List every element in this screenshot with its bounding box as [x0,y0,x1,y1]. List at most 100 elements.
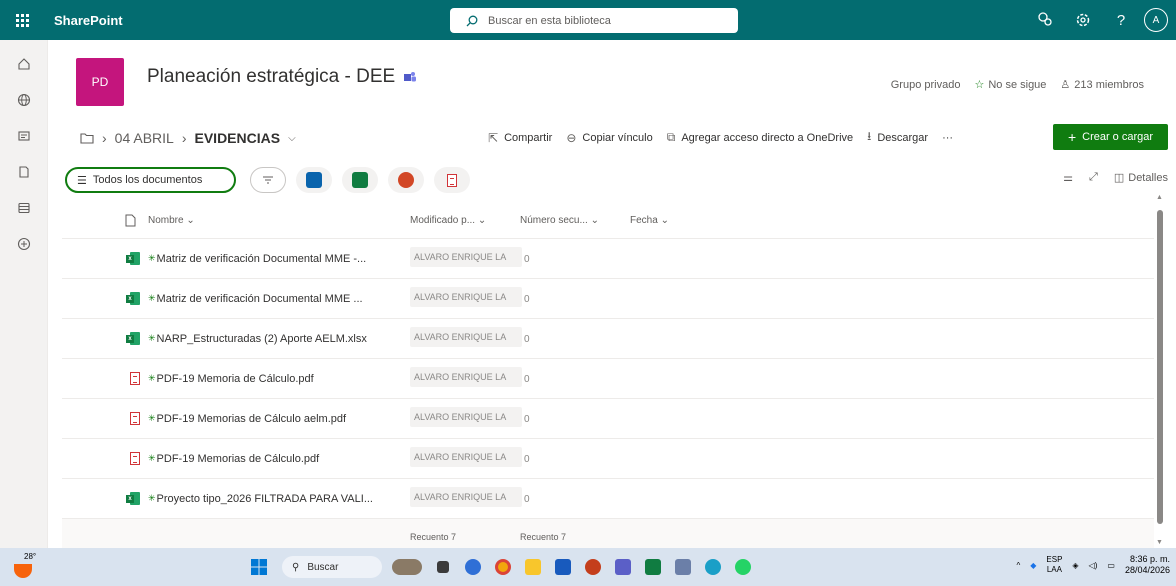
table-row[interactable]: x ✳NARP_Estructuradas (2) Aporte AELM.xls… [62,319,1154,359]
share-button[interactable]: ⇱ Compartir [488,131,552,145]
person-chip[interactable]: ALVARO ENRIQUE LA [410,447,522,467]
create-upload-button[interactable]: + Crear o cargar [1053,124,1168,150]
column-header-modified-by[interactable]: Modificado p... ⌄ [410,215,520,226]
filter-button[interactable] [250,167,286,193]
person-chip[interactable]: ALVARO ENRIQUE LA [410,367,522,387]
news-icon[interactable] [0,118,48,154]
modified-by-cell: ALVARO ENRIQUE LA [410,447,522,470]
more-label: ··· [942,131,954,144]
excel-file-icon: x [126,252,140,265]
site-title-text[interactable]: Planeación estratégica - DEE [147,66,395,88]
teams-icon[interactable] [403,70,417,84]
onedrive-shortcut-button[interactable]: ⧉ Agregar acceso directo a OneDrive [667,130,853,145]
site-meta: Grupo privado ☆ No se sigue ♙ 213 miembr… [891,78,1144,92]
globe-icon[interactable] [0,82,48,118]
table-row[interactable]: x ✳Matriz de verificación Documental MME … [62,279,1154,319]
file-explorer-icon[interactable] [518,557,548,577]
copilot-icon[interactable] [458,557,488,577]
app-launcher-icon[interactable] [0,0,44,40]
view-selector[interactable]: ☰ Todos los documentos [65,167,236,193]
powerpoint-app-icon[interactable] [578,557,608,577]
filter-outlook[interactable] [296,167,332,193]
home-icon[interactable] [0,46,48,82]
excel-app-icon[interactable] [638,557,668,577]
details-button[interactable]: ◫ Detalles [1114,171,1168,185]
file-name: PDF-19 Memorias de Cálculo aelm.pdf [156,412,347,425]
command-bar: ⇱ Compartir ⊖ Copiar vínculo ⧉ Agregar acce… [488,127,967,148]
scrollbar[interactable]: ▲ ▼ [1156,192,1164,546]
table-row[interactable]: x ✳Proyecto tipo_2026 FILTRADA PARA VALI.… [62,479,1154,519]
follow-button[interactable]: ☆ No se sigue [974,78,1046,92]
column-header-date[interactable]: Fecha ⌄ [630,215,710,226]
file-name-cell[interactable]: ✳Matriz de verificación Documental MME -… [148,253,410,265]
person-chip[interactable]: ALVARO ENRIQUE LA [410,407,522,427]
filter-pdf[interactable] [434,167,470,193]
more-button[interactable]: ··· [942,132,953,144]
search-box[interactable]: Buscar en esta biblioteca [450,8,738,33]
weather-widget[interactable]: 28° [10,552,40,582]
pdf-file-icon [130,412,140,425]
snipping-icon[interactable] [668,557,698,577]
person-chip[interactable]: ALVARO ENRIQUE LA [410,327,522,347]
create-icon[interactable] [0,226,48,262]
column-header-seq[interactable]: Número secu... ⌄ [520,215,630,226]
person-chip[interactable]: ALVARO ENRIQUE LA [410,247,522,267]
filter-powerpoint[interactable] [388,167,424,193]
bird-widget-icon[interactable] [392,557,422,577]
folder-icon [80,133,94,144]
language-indicator[interactable]: ESP LAA [1046,555,1062,575]
chrome-icon[interactable] [488,557,518,577]
site-logo[interactable]: PD [76,58,124,106]
sliders-icon[interactable]: ⚌ [1063,171,1073,184]
file-type-header[interactable] [62,214,148,227]
app-brand[interactable]: SharePoint [54,13,123,28]
teams-app-icon[interactable] [608,557,638,577]
edge-icon[interactable] [698,557,728,577]
person-chip[interactable]: ALVARO ENRIQUE LA [410,487,522,507]
battery-icon[interactable]: ▭ [1107,561,1115,570]
file-name-cell[interactable]: ✳Matriz de verificación Documental MME .… [148,293,410,305]
file-name-cell[interactable]: ✳PDF-19 Memorias de Cálculo aelm.pdf [148,413,410,425]
column-header-name[interactable]: Nombre ⌄ [148,215,410,226]
expand-icon[interactable]: ⤢ [1089,171,1098,184]
volume-icon[interactable]: ◁) [1089,561,1098,570]
scroll-up-icon[interactable]: ▲ [1156,194,1163,201]
download-button[interactable]: ⭳ Descargar [867,127,928,148]
modified-by-cell: ALVARO ENRIQUE LA [410,327,522,350]
people-icon: ♙ [1060,79,1071,91]
start-icon[interactable] [244,557,274,577]
task-view-icon[interactable] [428,557,458,577]
table-row[interactable]: ✳PDF-19 Memorias de Cálculo aelm.pdf ALVA… [62,399,1154,439]
scroll-thumb[interactable] [1157,210,1163,524]
chevron-down-icon[interactable]: ⌵ [288,133,296,144]
file-name-cell[interactable]: ✳PDF-19 Memoria de Cálculo.pdf [148,373,410,385]
defender-icon[interactable]: ◆ [1030,561,1036,570]
excel-file-icon: x [126,292,140,305]
breadcrumb-parent[interactable]: 04 ABRIL [115,130,174,146]
wifi-icon[interactable]: ◈ [1072,561,1078,570]
chevron-up-icon[interactable]: ^ [1016,561,1020,570]
file-name-cell[interactable]: ✳PDF-19 Memorias de Cálculo.pdf [148,453,410,465]
whatsapp-icon[interactable] [728,557,758,577]
table-row[interactable]: x ✳Matriz de verificación Documental MME … [62,239,1154,279]
taskbar-search[interactable]: ⚲ Buscar [282,556,382,578]
taskbar-apps [392,557,758,577]
copy-link-button[interactable]: ⊖ Copiar vínculo [566,131,652,145]
word-icon[interactable] [548,557,578,577]
help-icon[interactable]: ? [1102,0,1140,40]
person-chip[interactable]: ALVARO ENRIQUE LA [410,287,522,307]
table-row[interactable]: ✳PDF-19 Memorias de Cálculo.pdf ALVARO EN… [62,439,1154,479]
lists-icon[interactable] [0,190,48,226]
file-name-cell[interactable]: ✳Proyecto tipo_2026 FILTRADA PARA VALI..… [148,493,410,505]
filter-excel[interactable] [342,167,378,193]
table-row[interactable]: ✳PDF-19 Memoria de Cálculo.pdf ALVARO ENR… [62,359,1154,399]
breadcrumb-current[interactable]: EVIDENCIAS [195,130,281,146]
files-icon[interactable] [0,154,48,190]
sharepoint-icon[interactable] [1026,0,1064,40]
avatar[interactable]: A [1144,8,1168,32]
members-button[interactable]: ♙ 213 miembros [1060,78,1144,92]
file-name-cell[interactable]: ✳NARP_Estructuradas (2) Aporte AELM.xlsx [148,333,410,345]
scroll-down-icon[interactable]: ▼ [1156,539,1163,546]
clock[interactable]: 8:36 p. m. 28/04/2026 [1125,554,1170,576]
gear-icon[interactable] [1064,0,1102,40]
